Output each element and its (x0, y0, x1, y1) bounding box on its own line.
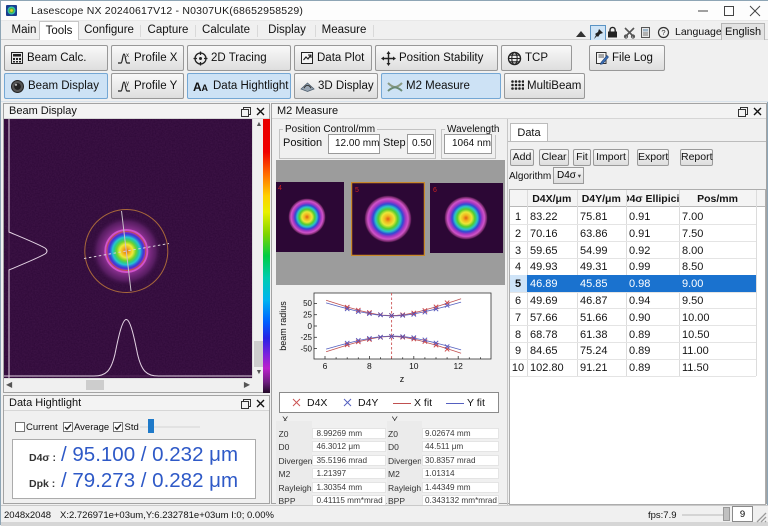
svg-text:A: A (202, 83, 209, 93)
svg-text:-25: -25 (300, 333, 312, 342)
svg-text:10: 10 (409, 361, 419, 371)
svg-text:6: 6 (433, 187, 437, 194)
svg-text:8: 8 (367, 361, 372, 371)
svg-text:4: 4 (278, 185, 282, 192)
svg-text:z: z (400, 374, 405, 384)
svg-text:5: 5 (355, 187, 359, 194)
svg-text:y: y (126, 81, 129, 87)
svg-text:?: ? (661, 28, 665, 37)
svg-text:-50: -50 (300, 344, 312, 353)
svg-text:beam radius: beam radius (278, 301, 288, 351)
svg-text:x: x (126, 53, 129, 59)
svg-text:6: 6 (323, 361, 328, 371)
svg-text:0: 0 (308, 322, 313, 331)
svg-text:25: 25 (303, 311, 312, 320)
svg-text:12: 12 (453, 361, 463, 371)
svg-text:50: 50 (303, 299, 312, 308)
